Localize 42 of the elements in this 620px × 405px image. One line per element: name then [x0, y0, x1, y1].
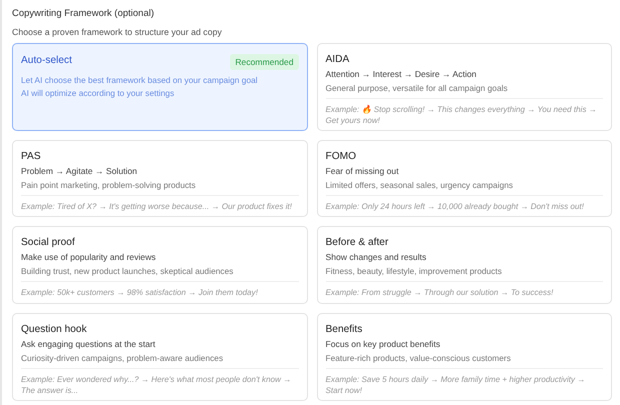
framework-steps: Make use of popularity and reviews — [21, 252, 298, 262]
card-title: Social proof — [21, 237, 76, 248]
framework-card[interactable]: PAS Problem → Agitate → Solution Pain point marketing, problem-solving products Example: Tired of X? → It's getting worse because... → Our product fixes it! — [12, 140, 308, 217]
card-title: Question hook — [21, 324, 88, 335]
use-cases: Feature-rich products, value-conscious customers — [326, 353, 603, 369]
section-description: Choose a proven framework to structure your ad copy — [12, 27, 223, 37]
use-cases: Pain point marketing, problem-solving products — [21, 180, 298, 196]
example-text: Example: From struggle → Through our solution → To success! — [326, 288, 554, 299]
card-title: Auto-select — [21, 54, 72, 66]
framework-steps: Ask engaging questions at the start — [21, 339, 298, 349]
framework-card[interactable]: Auto-select Recommended Let AI choose the best framework based on your campaign goal AI will optimize according to your settings — [12, 43, 308, 131]
recommended-badge: Recommended — [230, 54, 298, 70]
framework-card[interactable]: AIDA Attention → Interest → Desire → Action General purpose, versatile for all campaign goals Example: 🔥 Stop scrolling! → This changes everything → You need this → Get yours now! — [316, 43, 612, 131]
framework-steps: Attention → Interest → Desire → Action — [326, 69, 603, 79]
example-text: Example: Tired of X? → It's getting worse because... → Our product fixes it! — [21, 202, 293, 213]
framework-steps: Show changes and results — [326, 252, 603, 262]
example-text: Example: 🔥 Stop scrolling! → This changes everything → You need this → Get yours now! — [326, 105, 598, 127]
card-title: PAS — [21, 151, 42, 162]
card-title: AIDA — [326, 54, 350, 65]
section-title: Copywriting Framework (optional) — [12, 8, 156, 19]
example-text: Example: 50k+ customers → 98% satisfaction → Join them today! — [21, 288, 259, 299]
use-cases: Curiosity-driven campaigns, problem-aware audiences — [21, 353, 298, 369]
use-cases: Building trust, new product launches, skeptical audiences — [21, 266, 298, 282]
card-description: AI will optimize according to your settings — [21, 88, 176, 98]
framework-card[interactable]: Before & after Show changes and results Fitness, beauty, lifestyle, improvement products Example: From struggle → Through our solution → To success! — [316, 226, 612, 304]
example-text: Example: Ever wondered why...? → Here's what most people don't know → The answer is... — [21, 375, 292, 397]
card-description: Let AI choose the best framework based on your campaign goal — [21, 75, 259, 85]
framework-card[interactable]: Social proof Make use of popularity and reviews Building trust, new product launches, skeptical audiences Example: 50k+ customers → 98% satisfaction → Join them today! — [12, 226, 308, 304]
use-cases: General purpose, versatile for all campaign goals — [326, 83, 603, 99]
card-title: Benefits — [326, 324, 364, 335]
card-title: Before & after — [326, 237, 390, 248]
framework-card[interactable]: FOMO Fear of missing out Limited offers, seasonal sales, urgency campaigns Example: Only 24 hours left → 10,000 already bought → Don't miss out! — [316, 140, 612, 217]
framework-steps: Problem → Agitate → Solution — [21, 166, 298, 176]
framework-card[interactable]: Benefits Focus on key product benefits Feature-rich products, value-conscious customers Example: Save 5 hours daily → More family time + higher productivity → Start now! — [316, 313, 612, 401]
example-text: Example: Only 24 hours left → 10,000 already bought → Don't miss out! — [326, 202, 585, 213]
use-cases: Limited offers, seasonal sales, urgency campaigns — [326, 180, 603, 196]
framework-steps: Fear of missing out — [326, 166, 603, 176]
framework-card[interactable]: Question hook Ask engaging questions at the start Curiosity-driven campaigns, problem-aware audiences Example: Ever wondered why...? → Here's what most people don't know → The answer is... — [12, 313, 308, 401]
card-title: FOMO — [326, 151, 358, 162]
framework-steps: Focus on key product benefits — [326, 339, 603, 349]
example-text: Example: Save 5 hours daily → More family time + higher productivity → Start now! — [326, 375, 586, 397]
use-cases: Fitness, beauty, lifestyle, improvement products — [326, 266, 603, 282]
